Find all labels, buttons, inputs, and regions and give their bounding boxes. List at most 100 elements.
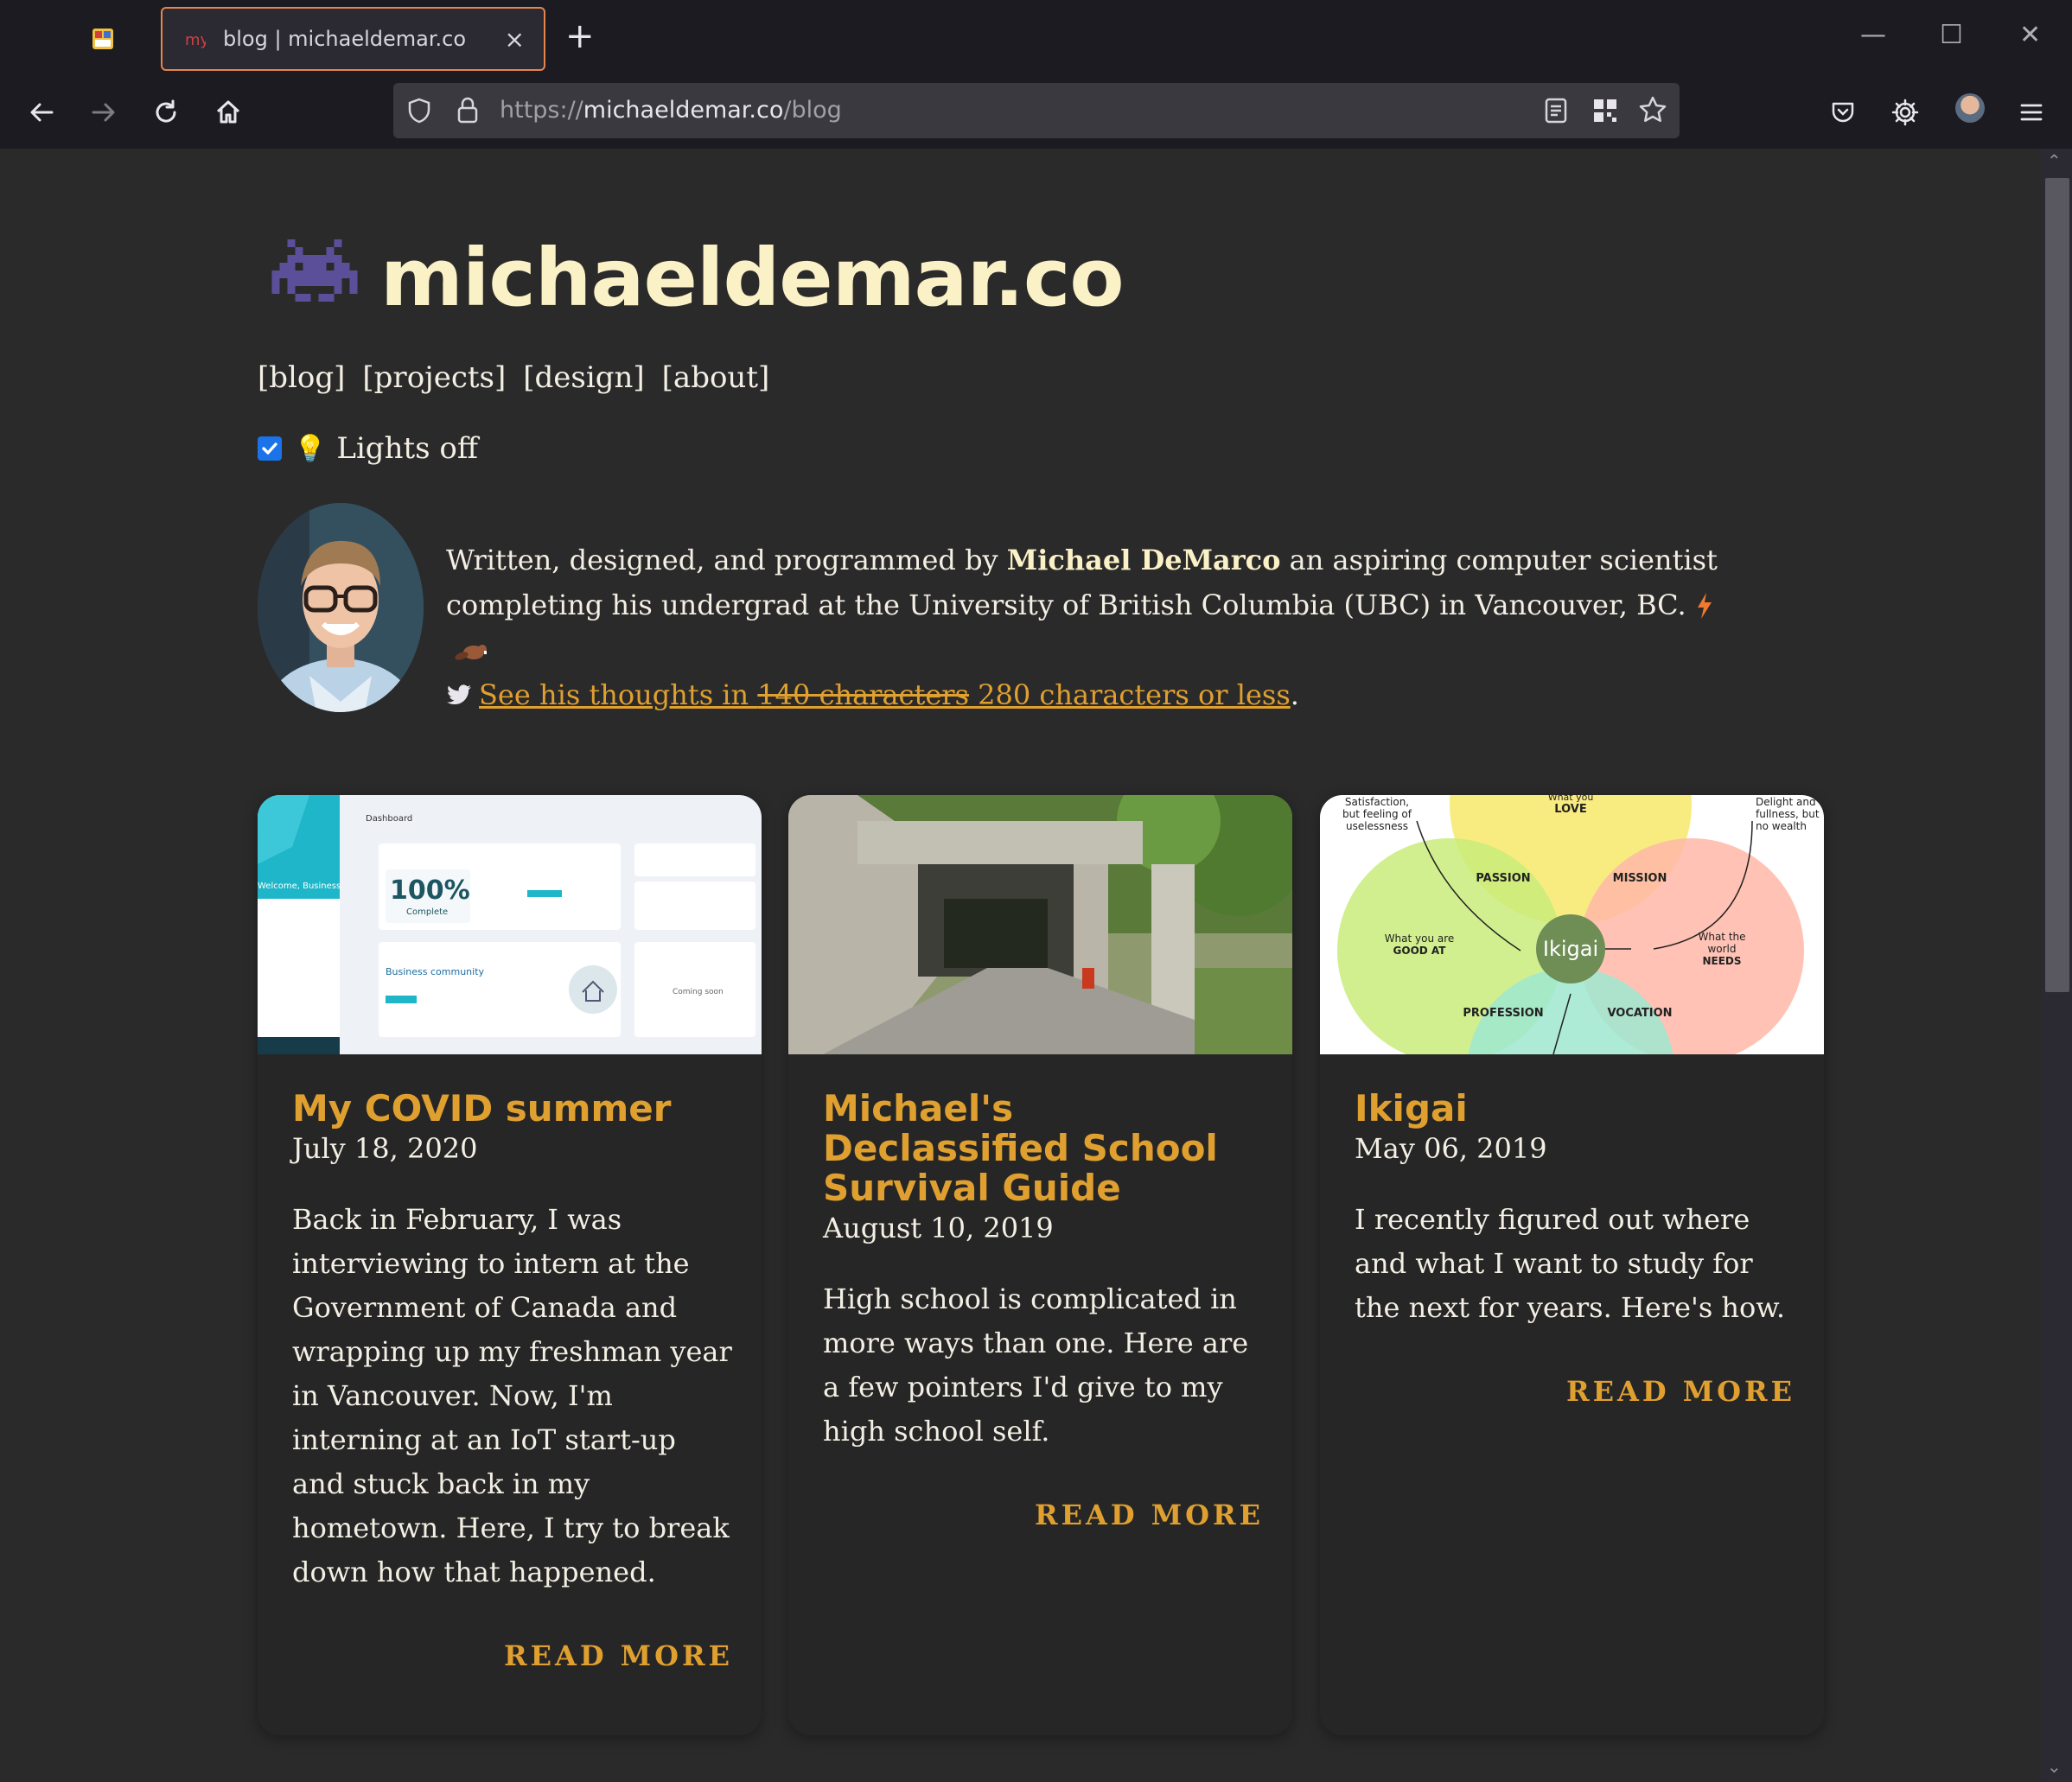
site-header: michaeldemar.co (271, 232, 1125, 324)
post-title[interactable]: My COVID summer (292, 1089, 733, 1129)
tab-close-icon[interactable]: × (505, 25, 525, 54)
nav-link-projects[interactable]: [projects] (362, 360, 506, 395)
settings-button[interactable] (1888, 95, 1922, 130)
post-title[interactable]: Michael's Declassified School Survival G… (823, 1089, 1264, 1208)
navigation-toolbar: https://michaeldemar.co/blog (0, 78, 2072, 149)
thumb-complete-pct: 100% (390, 875, 470, 906)
home-button[interactable] (211, 95, 245, 130)
light-bulb-icon: 💡 (294, 433, 327, 464)
url-path: /blog (783, 97, 842, 124)
scroll-down-icon[interactable]: ⌄ (2047, 1756, 2062, 1777)
url-text[interactable]: https://michaeldemar.co/blog (500, 97, 842, 124)
ikigai-note-right2: fullness, but (1756, 808, 1820, 820)
window-close-button[interactable]: ✕ (2019, 22, 2041, 48)
post-card[interactable]: Michael's Declassified School Survival G… (788, 795, 1292, 1735)
beaver-icon (455, 645, 487, 660)
lights-toggle: 💡 Lights off (258, 431, 478, 466)
browser-chrome: my blog | michaeldemar.co × + — ☐ ✕ http… (0, 0, 2072, 149)
ikigai-good: GOOD AT (1393, 945, 1447, 957)
post-title[interactable]: Ikigai (1355, 1089, 1795, 1129)
ikigai-needs-pre1: What the (1698, 931, 1745, 943)
ikigai-vocation: VOCATION (1607, 1007, 1672, 1020)
thumb-welcome-text: Welcome, Business (258, 881, 341, 891)
read-more-link[interactable]: READ MORE (292, 1639, 733, 1672)
ikigai-note-right1: Delight and (1756, 796, 1816, 808)
tab-active[interactable]: my blog | michaeldemar.co × (161, 7, 545, 71)
post-thumbnail-ikigai[interactable]: Ikigai PASSION MISSION PROFESSION VOCATI… (1320, 795, 1824, 1054)
ikigai-profession: PROFESSION (1463, 1007, 1543, 1020)
bio-prefix: Written, designed, and programmed by (446, 544, 1007, 576)
ikigai-needs-pre2: world (1707, 943, 1736, 955)
tab-title: blog | michaeldemar.co (223, 27, 467, 51)
post-thumbnail-dashboard[interactable]: Welcome, Business Dashboard 100% Complet… (258, 795, 762, 1054)
account-avatar[interactable] (1955, 93, 1985, 123)
post-excerpt: Back in February, I was interviewing to … (292, 1203, 732, 1588)
post-body: Ikigai May 06, 2019 I recently figured o… (1355, 1089, 1795, 1409)
post-card[interactable]: Ikigai PASSION MISSION PROFESSION VOCATI… (1320, 795, 1824, 1735)
ikigai-passion: PASSION (1476, 872, 1530, 885)
lock-icon[interactable] (454, 95, 481, 124)
tab-bar: my blog | michaeldemar.co × + — ☐ ✕ (0, 0, 2072, 78)
bio-text: Written, designed, and programmed by Mic… (446, 538, 1725, 717)
page-content: michaeldemar.co [blog] [projects] [desig… (0, 149, 2042, 1782)
read-more-link[interactable]: READ MORE (823, 1499, 1264, 1531)
ikigai-needs: NEEDS (1702, 955, 1741, 967)
home-icon (216, 100, 240, 124)
site-nav: [blog] [projects] [design] [about] (258, 360, 769, 395)
new-tab-button[interactable]: + (565, 19, 595, 54)
site-title[interactable]: michaeldemar.co (380, 232, 1125, 324)
ikigai-note-left3: uselessness (1346, 820, 1408, 832)
nav-link-design[interactable]: [design] (523, 360, 644, 395)
ikigai-love-pre: What you (1548, 795, 1594, 803)
forward-button[interactable] (86, 95, 121, 130)
site-favicon-icon: my (185, 31, 206, 49)
svg-text:my: my (185, 31, 206, 49)
author-name: Michael DeMarco (1006, 544, 1281, 576)
post-body: My COVID summer July 18, 2020 Back in Fe… (292, 1089, 733, 1673)
url-scheme: https:// (500, 97, 583, 124)
bookmark-star-icon[interactable] (1638, 95, 1667, 124)
url-host: michaeldemar.co (583, 97, 784, 124)
thumb-dashboard-text: Dashboard (366, 814, 412, 824)
post-card[interactable]: Welcome, Business Dashboard 100% Complet… (258, 795, 762, 1735)
read-more-link[interactable]: READ MORE (1355, 1375, 1795, 1408)
hamburger-menu-icon (2020, 104, 2043, 121)
post-thumbnail-school[interactable] (788, 795, 1292, 1054)
url-bar[interactable]: https://michaeldemar.co/blog (393, 83, 1680, 138)
pocket-button[interactable] (1826, 95, 1860, 130)
ikigai-mission: MISSION (1613, 872, 1667, 885)
tracking-protection-icon[interactable] (405, 97, 433, 124)
space-invader-icon (271, 239, 358, 302)
app-menu-button[interactable] (2014, 95, 2049, 130)
window-maximize-button[interactable]: ☐ (1940, 22, 1963, 48)
twitter-link[interactable]: See his thoughts in 140 characters 280 c… (446, 678, 1291, 711)
post-date: May 06, 2019 (1355, 1132, 1547, 1165)
scrollbar-thumb[interactable] (2045, 178, 2069, 992)
arrow-right-icon (92, 103, 115, 122)
ikigai-note-left2: but feeling of (1342, 808, 1412, 820)
ikigai-note-right3: no wealth (1756, 820, 1807, 832)
container-tabs-icon[interactable] (92, 28, 114, 50)
post-excerpt: High school is complicated in more ways … (823, 1282, 1249, 1448)
reload-icon (156, 99, 176, 123)
window-minimize-button[interactable]: — (1860, 22, 1886, 48)
qr-code-icon[interactable] (1591, 97, 1619, 124)
pocket-icon (1832, 102, 1854, 123)
gear-icon (1891, 99, 1919, 126)
ikigai-good-pre: What you are (1385, 932, 1455, 945)
twitter-prefix: See his thoughts in (479, 678, 758, 711)
lights-off-checkbox[interactable] (258, 436, 282, 461)
reader-view-icon[interactable] (1543, 97, 1569, 124)
nav-link-blog[interactable]: [blog] (258, 360, 345, 395)
reload-button[interactable] (149, 95, 183, 130)
twitter-bird-icon (447, 684, 471, 705)
nav-link-about[interactable]: [about] (662, 360, 770, 395)
arrow-left-icon (30, 103, 54, 122)
back-button[interactable] (24, 95, 59, 130)
post-date: August 10, 2019 (823, 1212, 1054, 1244)
lightning-icon (1697, 593, 1712, 619)
post-excerpt: I recently figured out where and what I … (1355, 1203, 1786, 1324)
ikigai-love: LOVE (1554, 803, 1586, 816)
scroll-up-icon[interactable]: ⌃ (2047, 150, 2062, 171)
thumb-coming-soon: Coming soon (673, 988, 724, 996)
